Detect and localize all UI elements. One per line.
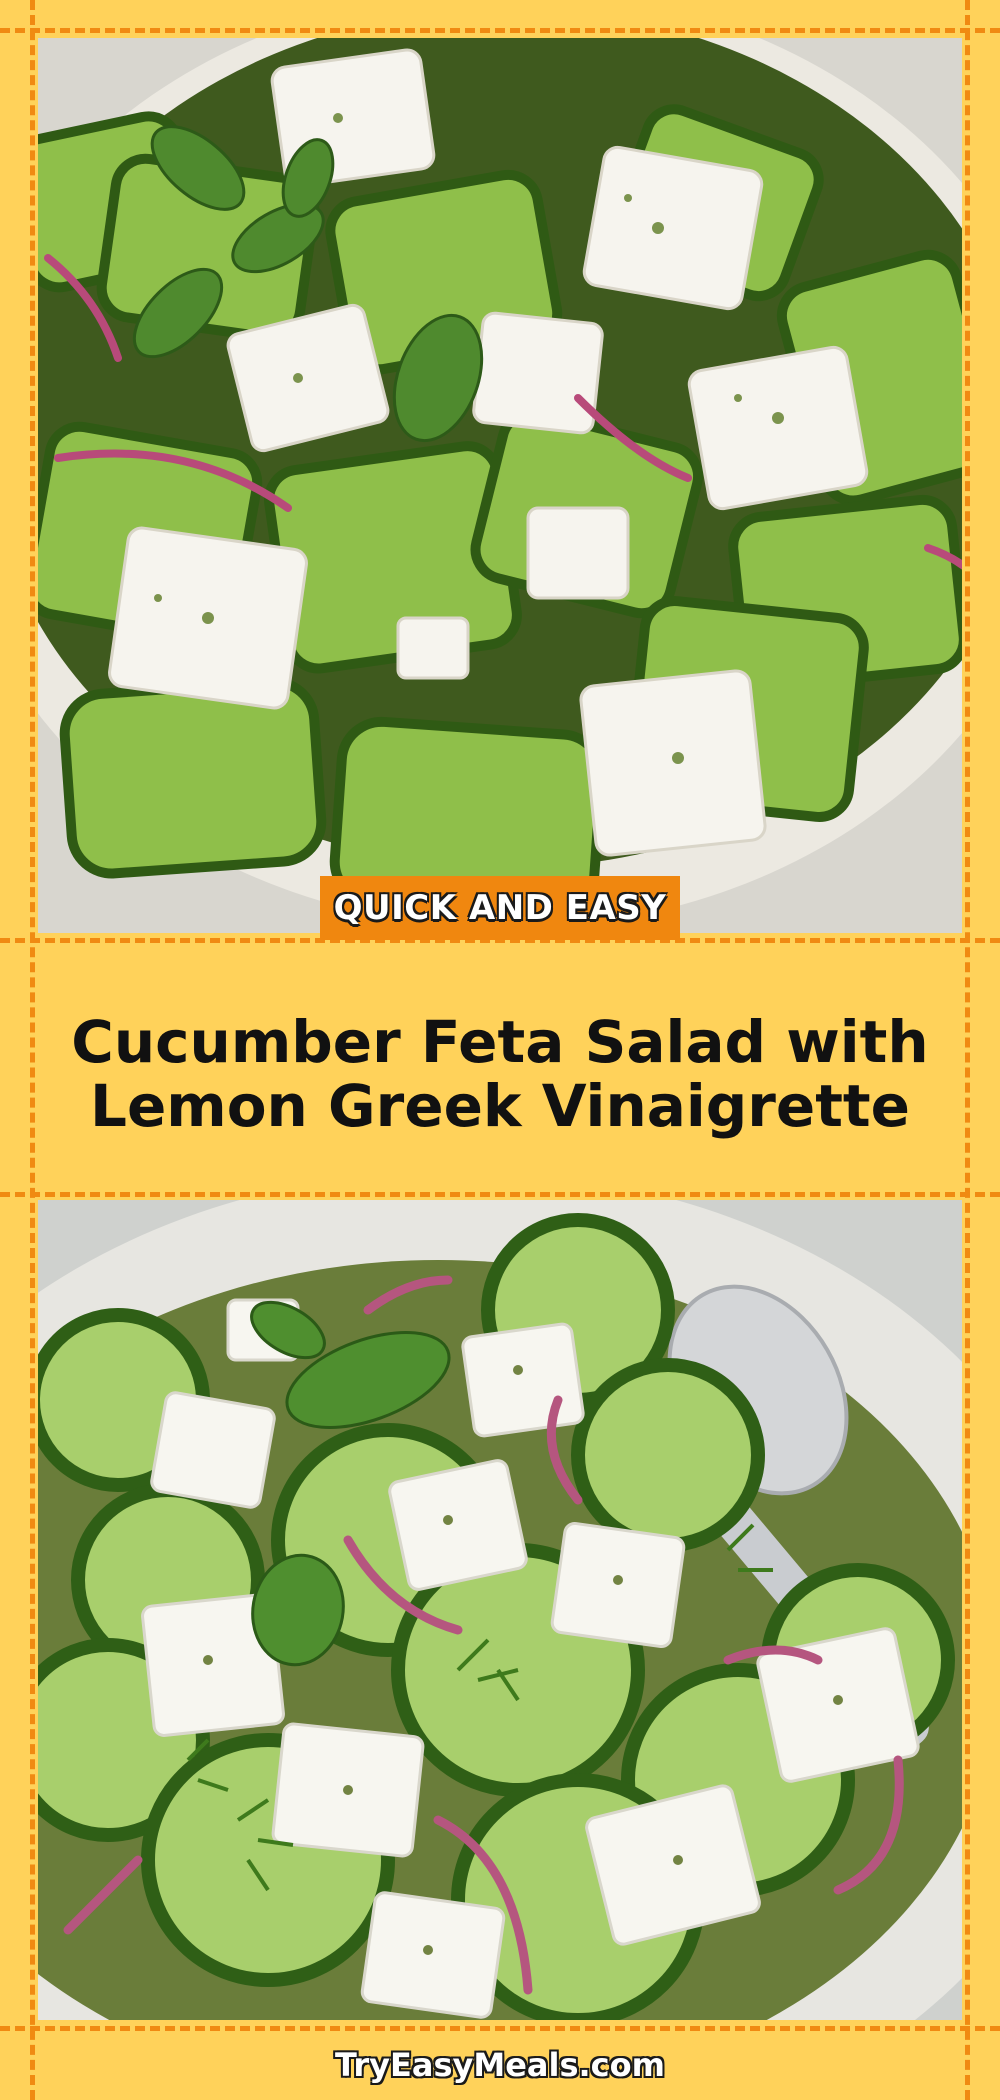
salad-photo-top <box>38 38 962 933</box>
recipe-title-line-1: Cucumber Feta Salad with <box>71 1008 929 1077</box>
quick-and-easy-badge: QUICK AND EASY <box>320 876 680 940</box>
dashed-border-mid-bottom <box>0 1192 1000 1197</box>
pin-card: QUICK AND EASY Cucumber Feta Salad with … <box>0 0 1000 2100</box>
dashed-border-bottom <box>0 2026 1000 2031</box>
salad-image-bottom <box>38 1200 962 2020</box>
dashed-border-left <box>30 0 35 2100</box>
salad-image-top <box>38 38 962 933</box>
dashed-border-top <box>0 28 1000 33</box>
dashed-border-right <box>965 0 970 2100</box>
recipe-title: Cucumber Feta Salad with Lemon Greek Vin… <box>40 985 960 1165</box>
recipe-title-line-2: Lemon Greek Vinaigrette <box>89 1072 910 1140</box>
salad-photo-bottom <box>38 1200 962 2020</box>
site-watermark[interactable]: TryEasyMeals.com <box>0 2035 1000 2095</box>
